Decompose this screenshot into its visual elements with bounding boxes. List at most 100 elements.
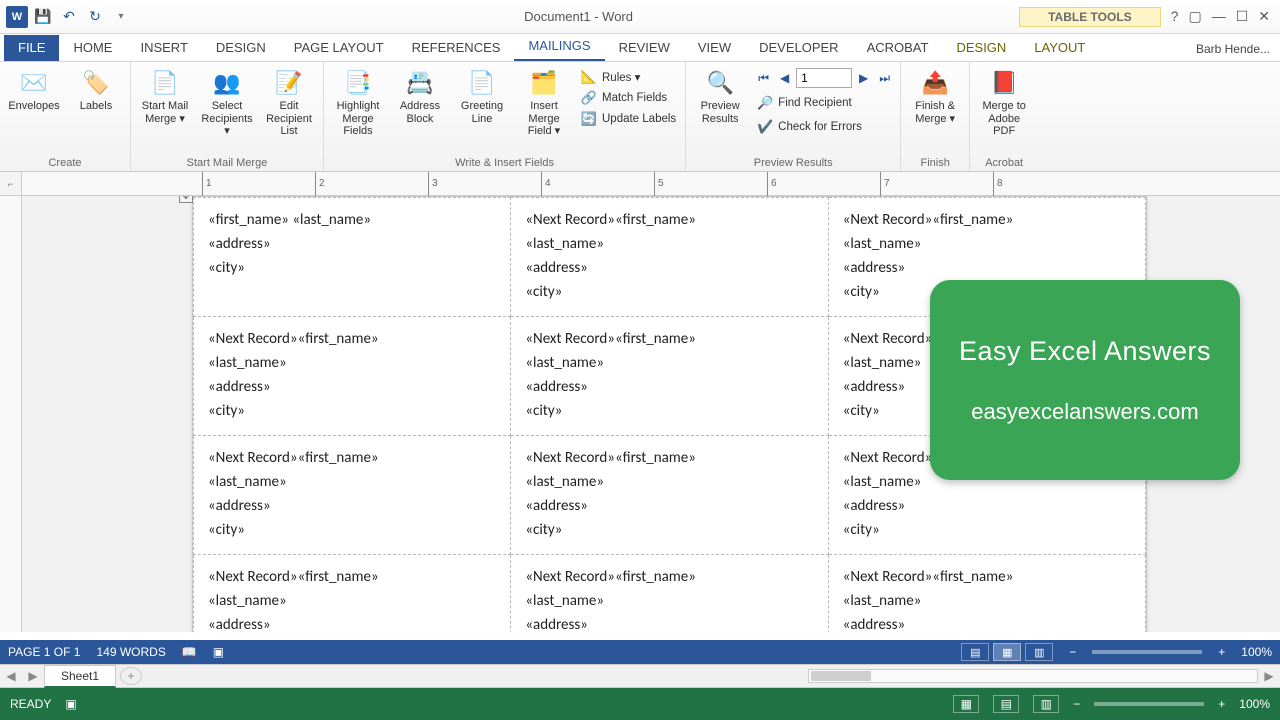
pdf-icon: 📕 (986, 66, 1022, 100)
scrollbar-thumb[interactable] (811, 671, 871, 681)
ruler-tick: 1 (202, 172, 203, 196)
match-fields-button[interactable]: 🔗Match Fields (578, 89, 679, 107)
word-count[interactable]: 149 WORDS (96, 645, 165, 659)
label-cell[interactable]: «Next Record»«first_name» «last_name» «a… (511, 317, 828, 436)
preview-results-button[interactable]: 🔍Preview Results (692, 66, 748, 125)
tab-insert[interactable]: INSERT (126, 35, 201, 61)
new-sheet-button[interactable]: + (120, 667, 142, 685)
merge-to-pdf-button[interactable]: 📕Merge to Adobe PDF (976, 66, 1032, 138)
qat-customize-icon[interactable]: ▾ (110, 6, 132, 28)
last-record-button[interactable]: ⏭ (875, 69, 894, 88)
envelope-icon: ✉️ (16, 66, 52, 100)
insert-field-icon: 🗂️ (526, 66, 562, 100)
record-number-input[interactable] (796, 68, 852, 88)
tab-design[interactable]: DESIGN (202, 35, 280, 61)
edit-recipient-list-button[interactable]: 📝Edit Recipient List (261, 66, 317, 138)
prev-record-button[interactable]: ◀ (775, 69, 794, 88)
ruler-tick: 4 (541, 172, 542, 196)
excel-page-layout-view[interactable]: ▤ (993, 695, 1019, 713)
address-block-button[interactable]: 📇Address Block (392, 66, 448, 125)
tab-table-layout[interactable]: LAYOUT (1020, 35, 1099, 61)
tab-references[interactable]: REFERENCES (398, 35, 515, 61)
table-move-handle-icon[interactable]: ✥ (179, 196, 193, 203)
select-recipients-button[interactable]: 👥Select Recipients ▾ (199, 66, 255, 138)
excel-zoom-level[interactable]: 100% (1239, 697, 1270, 711)
group-label: Preview Results (692, 155, 894, 169)
excel-sheet-tabs: ◀ ▶ Sheet1 + ▶ (0, 664, 1280, 688)
web-layout-button[interactable]: ▥ (1025, 643, 1053, 661)
ruler: ⌐ 12345678 (0, 172, 1280, 196)
undo-icon[interactable]: ↶ (58, 6, 80, 28)
excel-page-break-view[interactable]: ▥ (1033, 695, 1059, 713)
vertical-ruler[interactable] (0, 196, 22, 632)
macro-icon[interactable]: ▣ (213, 645, 224, 659)
rules-icon: 📐 (581, 69, 597, 85)
excel-macro-icon[interactable]: ▣ (65, 697, 76, 711)
ruler-tick: 8 (993, 172, 994, 196)
insert-merge-field-button[interactable]: 🗂️Insert Merge Field ▾ (516, 66, 572, 138)
group-label: Start Mail Merge (137, 155, 317, 169)
excel-zoom-in[interactable]: + (1218, 697, 1225, 711)
close-icon[interactable]: ✕ (1258, 8, 1270, 25)
scroll-right-button[interactable]: ▶ (1258, 669, 1280, 683)
tab-table-design[interactable]: DESIGN (942, 35, 1020, 61)
highlight-fields-button[interactable]: 📑Highlight Merge Fields (330, 66, 386, 138)
horizontal-scrollbar[interactable] (808, 669, 1258, 683)
zoom-in-button[interactable]: + (1218, 645, 1225, 659)
help-icon[interactable]: ? (1171, 8, 1179, 25)
sheet-nav-prev[interactable]: ◀ (0, 669, 22, 683)
ruler-tick: 6 (767, 172, 768, 196)
spelling-icon[interactable]: 📖 (182, 645, 197, 659)
window-controls: ? ▢ — ☐ ✕ (1161, 8, 1280, 25)
label-cell[interactable]: «first_name» «last_name» «address» «city… (194, 198, 511, 317)
ribbon-options-icon[interactable]: ▢ (1188, 8, 1201, 25)
horizontal-ruler[interactable]: 12345678 (22, 172, 1280, 195)
print-layout-button[interactable]: ▦ (993, 643, 1021, 661)
tab-home[interactable]: HOME (59, 35, 126, 61)
label-cell[interactable]: «Next Record»«first_name» «last_name» «a… (194, 317, 511, 436)
finish-merge-button[interactable]: 📤Finish & Merge ▾ (907, 66, 963, 125)
excel-zoom-slider[interactable] (1094, 702, 1204, 706)
label-cell[interactable]: «Next Record»«first_name» «last_name» «a… (194, 436, 511, 555)
label-cell[interactable]: «Next Record»«first_name» «last_name» «a… (511, 198, 828, 317)
label-cell[interactable]: «Next Record»«first_name» «last_name» «a… (194, 555, 511, 633)
label-cell[interactable]: «Next Record»«first_name» «last_name» «a… (511, 436, 828, 555)
tab-mailings[interactable]: MAILINGS (514, 33, 604, 61)
redo-icon[interactable]: ↻ (84, 6, 106, 28)
tab-acrobat[interactable]: ACROBAT (853, 35, 943, 61)
start-mail-merge-button[interactable]: 📄Start Mail Merge ▾ (137, 66, 193, 125)
account-name[interactable]: Barb Hende... (1186, 37, 1280, 61)
tab-page-layout[interactable]: PAGE LAYOUT (280, 35, 398, 61)
ruler-tick: 5 (654, 172, 655, 196)
save-icon[interactable]: 💾 (32, 6, 54, 28)
find-recipient-button[interactable]: 🔎Find Recipient (754, 94, 894, 112)
label-cell[interactable]: «Next Record»«first_name» «last_name» «a… (511, 555, 828, 633)
group-label: Finish (907, 155, 963, 169)
zoom-slider[interactable] (1092, 650, 1202, 654)
word-status-bar: PAGE 1 OF 1 149 WORDS 📖 ▣ ▤ ▦ ▥ − + 100% (0, 640, 1280, 664)
first-record-button[interactable]: ⏮ (754, 69, 773, 88)
rules-button[interactable]: 📐Rules ▾ (578, 68, 679, 86)
tab-file[interactable]: FILE (4, 35, 59, 61)
ribbon-tabs: FILE HOME INSERT DESIGN PAGE LAYOUT REFE… (0, 34, 1280, 62)
page-indicator[interactable]: PAGE 1 OF 1 (8, 645, 80, 659)
labels-button[interactable]: 🏷️Labels (68, 66, 124, 113)
update-labels-button[interactable]: 🔄Update Labels (578, 110, 679, 128)
sheet-tab[interactable]: Sheet1 (44, 665, 116, 688)
tab-developer[interactable]: DEVELOPER (745, 35, 852, 61)
label-cell[interactable]: «Next Record»«first_name» «last_name» «a… (828, 555, 1145, 633)
next-record-button[interactable]: ▶ (854, 69, 873, 88)
read-mode-button[interactable]: ▤ (961, 643, 989, 661)
envelopes-button[interactable]: ✉️Envelopes (6, 66, 62, 113)
minimize-icon[interactable]: — (1212, 8, 1226, 25)
tab-review[interactable]: REVIEW (605, 35, 684, 61)
excel-normal-view[interactable]: ▦ (953, 695, 979, 713)
zoom-out-button[interactable]: − (1069, 645, 1076, 659)
check-errors-button[interactable]: ✔️Check for Errors (754, 118, 894, 136)
sheet-nav-next[interactable]: ▶ (22, 669, 44, 683)
maximize-icon[interactable]: ☐ (1236, 8, 1249, 25)
zoom-level[interactable]: 100% (1241, 645, 1272, 659)
greeting-line-button[interactable]: 📄Greeting Line (454, 66, 510, 125)
excel-zoom-out[interactable]: − (1073, 697, 1080, 711)
tab-view[interactable]: VIEW (684, 35, 745, 61)
